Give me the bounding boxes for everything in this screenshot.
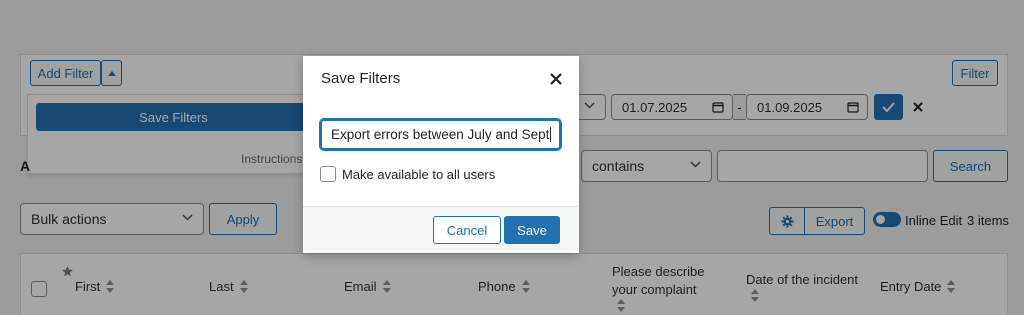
filter-name-value: Export errors between July and Sept <box>331 127 550 142</box>
cancel-button-label: Cancel <box>446 222 488 238</box>
filter-name-input[interactable]: Export errors between July and Sept <box>320 119 561 150</box>
modal-footer: Cancel Save <box>303 206 579 253</box>
text-caret <box>550 127 552 142</box>
save-filters-modal: Save Filters Export errors between July … <box>303 56 579 253</box>
share-checkbox-label: Make available to all users <box>342 166 496 182</box>
modal-title: Save Filters <box>321 70 401 87</box>
share-checkbox[interactable] <box>320 166 336 182</box>
modal-close-button[interactable] <box>549 72 563 86</box>
save-button-label: Save <box>517 222 547 238</box>
cancel-button[interactable]: Cancel <box>433 216 501 244</box>
share-option[interactable]: Make available to all users <box>320 166 495 182</box>
close-icon <box>550 73 562 85</box>
save-button[interactable]: Save <box>504 216 560 244</box>
